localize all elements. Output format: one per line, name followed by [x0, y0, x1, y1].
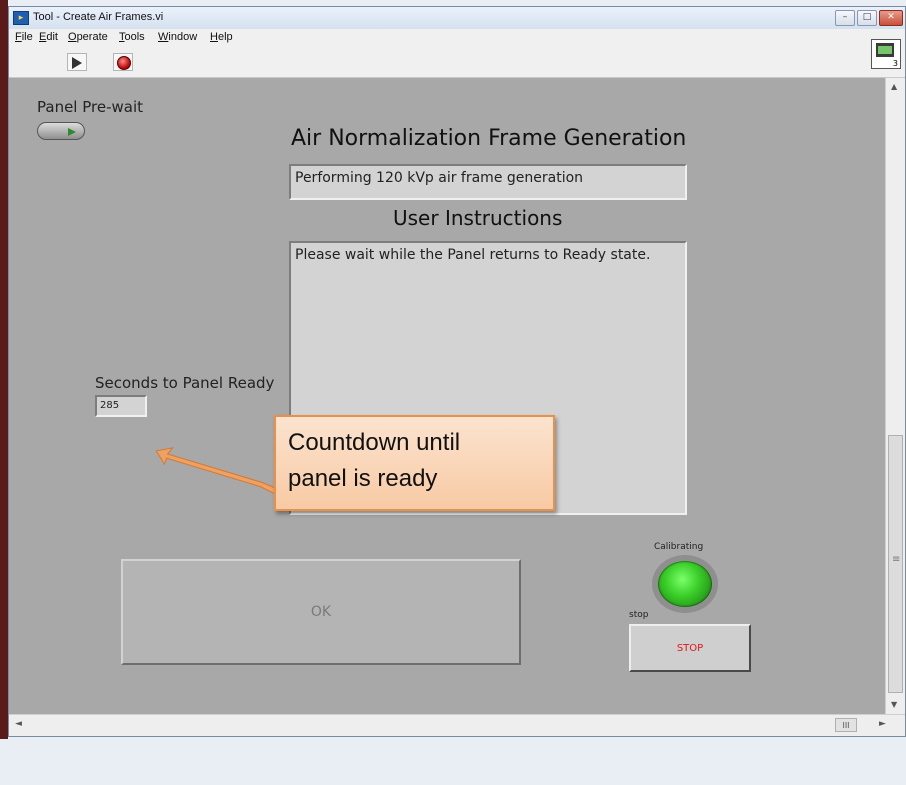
run-arrow-icon — [72, 57, 82, 69]
scroll-grip-icon: ≡ — [892, 554, 901, 565]
abort-stop-icon — [117, 56, 131, 70]
window-controls: – □ ✕ — [835, 10, 903, 26]
desktop-edge — [0, 0, 8, 739]
seconds-to-ready-label: Seconds to Panel Ready — [95, 374, 275, 392]
minimize-button[interactable]: – — [835, 10, 855, 26]
vi-icon[interactable]: 3 — [871, 39, 901, 69]
menu-window[interactable]: Window — [158, 31, 197, 43]
ok-button[interactable]: OK — [121, 559, 521, 665]
air-normalization-title: Air Normalization Frame Generation — [291, 126, 687, 151]
menu-bar: File Edit Operate Tools Window Help — [9, 29, 905, 47]
vi-icon-number: 3 — [892, 59, 898, 68]
stop-button[interactable]: STOP — [629, 624, 751, 672]
run-button[interactable] — [67, 53, 87, 71]
menu-file[interactable]: File — [15, 31, 33, 43]
close-button[interactable]: ✕ — [879, 10, 903, 26]
abort-button[interactable] — [113, 53, 133, 71]
menu-operate[interactable]: Operate — [68, 31, 108, 43]
menu-tools[interactable]: Tools — [119, 31, 145, 43]
horizontal-scrollbar[interactable]: ◄ III ► — [9, 714, 905, 736]
labview-app-icon: ▸ — [13, 11, 29, 25]
horizontal-scroll-thumb[interactable]: III — [835, 718, 857, 732]
calibrating-label: Calibrating — [654, 542, 704, 552]
menu-edit[interactable]: Edit — [39, 31, 58, 43]
scroll-down-icon[interactable]: ▼ — [891, 700, 897, 709]
panel-pre-wait-toggle[interactable] — [37, 122, 85, 140]
labview-window: ▸ Tool - Create Air Frames.vi – □ ✕ File… — [8, 6, 906, 737]
seconds-to-ready-value: 285 — [95, 395, 147, 417]
calibrating-led — [652, 555, 718, 613]
callout-line-2: panel is ready — [288, 465, 438, 492]
title-bar[interactable]: ▸ Tool - Create Air Frames.vi – □ ✕ — [9, 7, 905, 30]
user-instructions-title: User Instructions — [393, 206, 563, 230]
vertical-scrollbar[interactable]: ▲ ≡ ▼ — [885, 78, 905, 714]
callout-line-1: Countdown until — [288, 429, 461, 456]
vi-screen-icon — [876, 43, 894, 57]
window-title: Tool - Create Air Frames.vi — [33, 11, 164, 23]
toggle-led-icon — [68, 128, 76, 136]
maximize-button[interactable]: □ — [857, 10, 877, 26]
stop-label: stop — [629, 610, 649, 620]
front-panel: Panel Pre-wait Air Normalization Frame G… — [9, 78, 885, 714]
menu-help[interactable]: Help — [210, 31, 233, 43]
scroll-right-icon[interactable]: ► — [879, 719, 886, 729]
countdown-callout: Countdown until panel is ready — [274, 415, 555, 511]
panel-pre-wait-label: Panel Pre-wait — [37, 98, 144, 116]
toolbar — [9, 47, 905, 78]
air-normalization-status: Performing 120 kVp air frame generation — [289, 164, 687, 200]
scroll-left-icon[interactable]: ◄ — [15, 719, 22, 729]
scroll-up-icon[interactable]: ▲ — [891, 82, 897, 91]
